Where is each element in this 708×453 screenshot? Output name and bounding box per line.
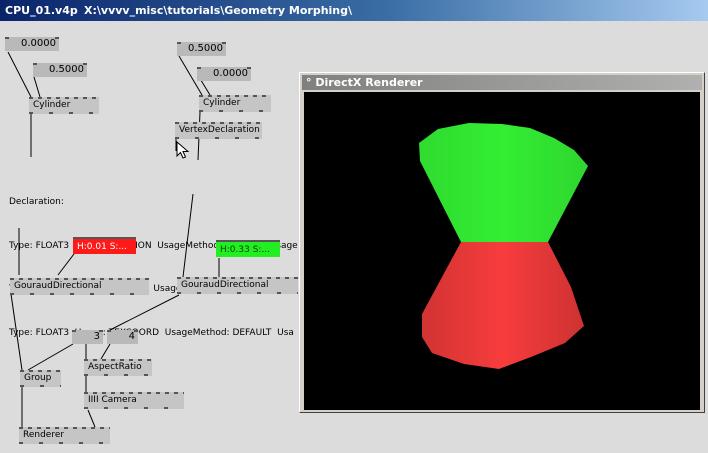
aspect-ratio-label: AspectRatio bbox=[88, 362, 142, 372]
color-io-box-green[interactable]: H:0.33 S:... bbox=[216, 240, 280, 257]
cylinder-node-label: Cylinder bbox=[203, 98, 241, 108]
wire bbox=[7, 51, 32, 98]
vertex-declaration-label: VertexDeclaration bbox=[179, 125, 260, 135]
aspect-y-io-box[interactable]: 4 bbox=[107, 330, 138, 344]
io-box-value[interactable]: 0.0000 bbox=[5, 37, 59, 51]
declaration-heading: Declaration: bbox=[9, 197, 64, 207]
group-node[interactable]: Group bbox=[20, 370, 61, 387]
io-box-value[interactable]: 0.0000 bbox=[197, 67, 251, 81]
patch-canvas[interactable]: 0.0000 0.5000 Cylinder 0.5000 0.0000 Cyl… bbox=[0, 21, 708, 453]
window-filename: CPU_01.v4p bbox=[5, 4, 78, 17]
renderer-window-title: ° DirectX Renderer bbox=[302, 75, 702, 90]
wire bbox=[33, 76, 41, 98]
io-box-value[interactable]: 0.5000 bbox=[33, 63, 87, 77]
cylinder-node[interactable]: Cylinder bbox=[199, 95, 271, 112]
renderer-node[interactable]: Renderer bbox=[19, 427, 110, 444]
color-io-box-red[interactable]: H:0.01 S:... bbox=[73, 237, 136, 254]
camera-node-label: IIII Camera bbox=[88, 395, 137, 405]
gouraud-directional-node[interactable]: GouraudDirectional bbox=[10, 278, 149, 295]
renderer-viewport[interactable] bbox=[304, 92, 700, 410]
color-value-label: H:0.01 S:... bbox=[77, 242, 128, 252]
directx-renderer-window[interactable]: ° DirectX Renderer bbox=[299, 72, 705, 413]
shape-top-green bbox=[419, 123, 588, 242]
wire bbox=[87, 409, 96, 428]
group-node-label: Group bbox=[24, 373, 52, 383]
vertex-declaration-node[interactable]: VertexDeclaration bbox=[175, 122, 262, 139]
gouraud-directional-label: GouraudDirectional bbox=[14, 281, 102, 291]
aspect-ratio-node[interactable]: AspectRatio bbox=[84, 359, 152, 376]
declaration-output-text: Declaration: Type: FLOAT3 Usage: POSITIO… bbox=[9, 166, 299, 369]
cylinder-node[interactable]: Cylinder bbox=[29, 97, 99, 114]
gouraud-directional-node[interactable]: GouraudDirectional bbox=[177, 277, 298, 294]
color-value-label: H:0.33 S:... bbox=[220, 245, 271, 255]
window-titlebar: CPU_01.v4p X:\vvvv_misc\tutorials\Geomet… bbox=[0, 0, 708, 21]
mouse-pointer-icon bbox=[176, 141, 190, 159]
gouraud-directional-label: GouraudDirectional bbox=[181, 280, 269, 290]
shape-bottom-red bbox=[422, 242, 584, 369]
renderer-node-label: Renderer bbox=[23, 430, 65, 440]
window-path: X:\vvvv_misc\tutorials\Geometry Morphing… bbox=[84, 4, 353, 17]
cylinder-node-label: Cylinder bbox=[33, 100, 71, 110]
morphing-cylinder-render bbox=[419, 123, 588, 369]
camera-node[interactable]: IIII Camera bbox=[84, 392, 184, 409]
io-box-value[interactable]: 0.5000 bbox=[177, 42, 226, 56]
declaration-line: Type: FLOAT3 Usage: TEXCOORD UsageMethod… bbox=[9, 327, 294, 338]
aspect-x-io-box[interactable]: 3 bbox=[72, 330, 103, 344]
